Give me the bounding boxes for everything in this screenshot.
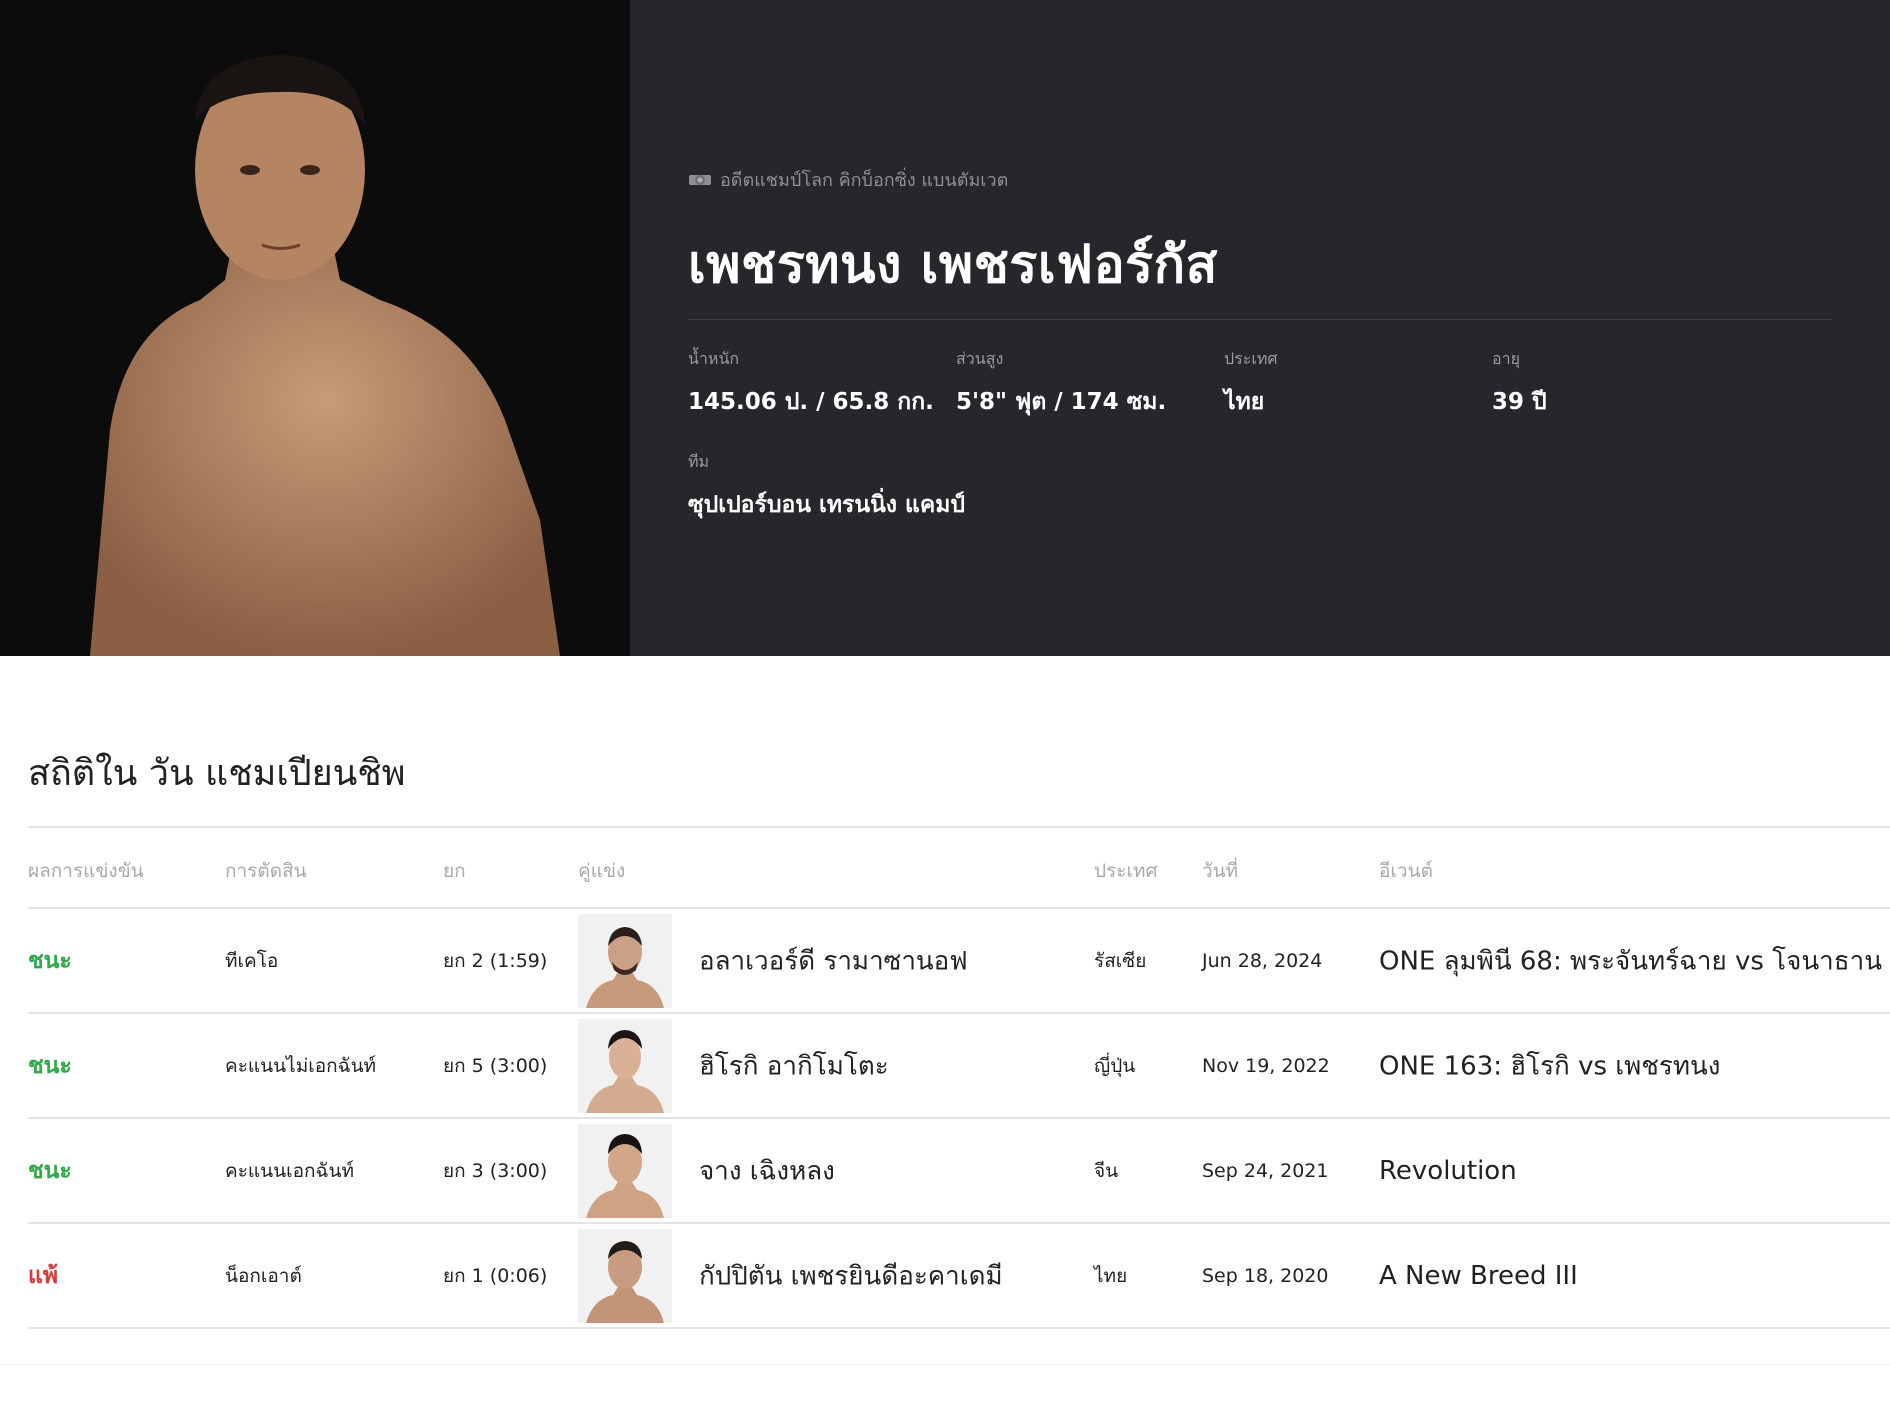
stat-value: 5'8" ฟุต / 174 ซม.: [956, 389, 1167, 415]
event-link[interactable]: A New Breed III: [1379, 1261, 1578, 1291]
stat-age: อายุ 39 ปี: [1492, 347, 1547, 420]
result-badge: แพ้: [28, 1263, 58, 1289]
table-bottom-rule: [28, 1327, 1890, 1329]
fighter-photo: [0, 0, 630, 656]
stat-country: ประเทศ ไทย: [1224, 347, 1278, 420]
date-cell: Jun 28, 2024: [1202, 950, 1323, 972]
table-top-rule: [28, 826, 1890, 828]
event-link[interactable]: ONE 163: ฮิโรกิ vs เพชรทนง: [1379, 1046, 1721, 1087]
table-row[interactable]: ชนะ คะแนนไม่เอกฉันท์ ยก 5 (3:00) ฮิโรกิ …: [0, 1014, 1890, 1118]
fighter-portrait-image: [90, 55, 560, 656]
stat-height: ส่วนสูง 5'8" ฟุต / 174 ซม.: [956, 347, 1166, 420]
opponent-avatar[interactable]: [578, 1229, 672, 1323]
header-country: ประเทศ: [1094, 860, 1158, 882]
divider: [688, 319, 1832, 320]
method-cell: คะแนนเอกฉันท์: [225, 1160, 355, 1182]
table-row[interactable]: แพ้ น็อกเอาต์ ยก 1 (0:06) กัปปิตัน เพชรย…: [0, 1224, 1890, 1328]
opponent-photo: [578, 914, 672, 1008]
opponent-photo: [578, 1229, 672, 1323]
stat-label: อายุ: [1492, 349, 1520, 368]
stat-value: 145.06 ป. / 65.8 กก.: [688, 389, 934, 415]
result-badge: ชนะ: [28, 1158, 72, 1184]
stat-label: ทีม: [688, 452, 710, 471]
rank-text: อดีตแชมป์โลก คิกบ็อกซิ่ง แบนตัมเวต: [720, 170, 1009, 191]
round-cell: ยก 1 (0:06): [443, 1265, 548, 1287]
opponent-photo: [578, 1019, 672, 1113]
method-cell: น็อกเอาต์: [225, 1265, 302, 1287]
record-title: สถิติใน วัน แชมเปียนชิพ: [28, 753, 406, 794]
header-date: วันที่: [1202, 860, 1239, 882]
opponent-name[interactable]: อลาเวอร์ดี รามาซานอฟ: [699, 941, 968, 982]
opponent-avatar[interactable]: [578, 1124, 672, 1218]
table-row[interactable]: ชนะ ทีเคโอ ยก 2 (1:59) อลาเวอร์ดี รามาซา…: [0, 909, 1890, 1013]
opponent-avatar[interactable]: [578, 914, 672, 1008]
header-method: การตัดสิน: [225, 860, 307, 882]
method-cell: คะแนนไม่เอกฉันท์: [225, 1055, 377, 1077]
result-badge: ชนะ: [28, 1053, 72, 1079]
header-round: ยก: [443, 860, 466, 882]
stat-team: ทีม ซุปเปอร์บอน เทรนนิ่ง แคมป์: [688, 450, 965, 523]
country-cell: ญี่ปุ่น: [1094, 1055, 1136, 1077]
belt-icon: [689, 174, 711, 185]
stat-label: ส่วนสูง: [956, 349, 1004, 368]
country-cell: รัสเซีย: [1094, 950, 1147, 972]
method-cell: ทีเคโอ: [225, 950, 279, 972]
stat-value: ซุปเปอร์บอน เทรนนิ่ง แคมป์: [688, 492, 966, 518]
fighter-rank: อดีตแชมป์โลก คิกบ็อกซิ่ง แบนตัมเวต: [688, 165, 1008, 194]
stat-label: น้ำหนัก: [688, 349, 740, 368]
header-event: อีเวนต์: [1379, 860, 1433, 882]
stat-label: ประเทศ: [1224, 349, 1278, 368]
country-cell: จีน: [1094, 1160, 1119, 1182]
result-badge: ชนะ: [28, 948, 72, 974]
date-cell: Sep 18, 2020: [1202, 1265, 1329, 1287]
opponent-name[interactable]: จาง เฉิงหลง: [699, 1151, 835, 1192]
opponent-name[interactable]: ฮิโรกิ อากิโมโตะ: [699, 1046, 889, 1087]
date-cell: Sep 24, 2021: [1202, 1160, 1329, 1182]
fighter-name: เพชรทนง เพชรเฟอร์กัส: [688, 235, 1218, 295]
event-link[interactable]: Revolution: [1379, 1156, 1517, 1186]
stat-value: 39 ปี: [1492, 389, 1547, 415]
header-opponent: คู่แข่ง: [578, 860, 626, 882]
header-result: ผลการแข่งขัน: [28, 860, 144, 882]
opponent-name[interactable]: กัปปิตัน เพชรยินดีอะคาเดมี: [699, 1256, 1003, 1297]
footer-divider: [0, 1364, 1890, 1365]
fighter-hero: อดีตแชมป์โลก คิกบ็อกซิ่ง แบนตัมเวต เพชรท…: [0, 0, 1890, 656]
round-cell: ยก 2 (1:59): [443, 950, 548, 972]
stat-weight: น้ำหนัก 145.06 ป. / 65.8 กก.: [688, 347, 934, 420]
table-row[interactable]: ชนะ คะแนนเอกฉันท์ ยก 3 (3:00) จาง เฉิงหล…: [0, 1119, 1890, 1223]
round-cell: ยก 3 (3:00): [443, 1160, 548, 1182]
round-cell: ยก 5 (3:00): [443, 1055, 548, 1077]
fighter-info: อดีตแชมป์โลก คิกบ็อกซิ่ง แบนตัมเวต เพชรท…: [688, 0, 1832, 656]
stat-value: ไทย: [1224, 389, 1265, 415]
event-link[interactable]: ONE ลุมพินี 68: พระจันทร์ฉาย vs โจนาธาน: [1379, 941, 1882, 982]
opponent-photo: [578, 1124, 672, 1218]
date-cell: Nov 19, 2022: [1202, 1055, 1330, 1077]
opponent-avatar[interactable]: [578, 1019, 672, 1113]
country-cell: ไทย: [1094, 1265, 1128, 1287]
